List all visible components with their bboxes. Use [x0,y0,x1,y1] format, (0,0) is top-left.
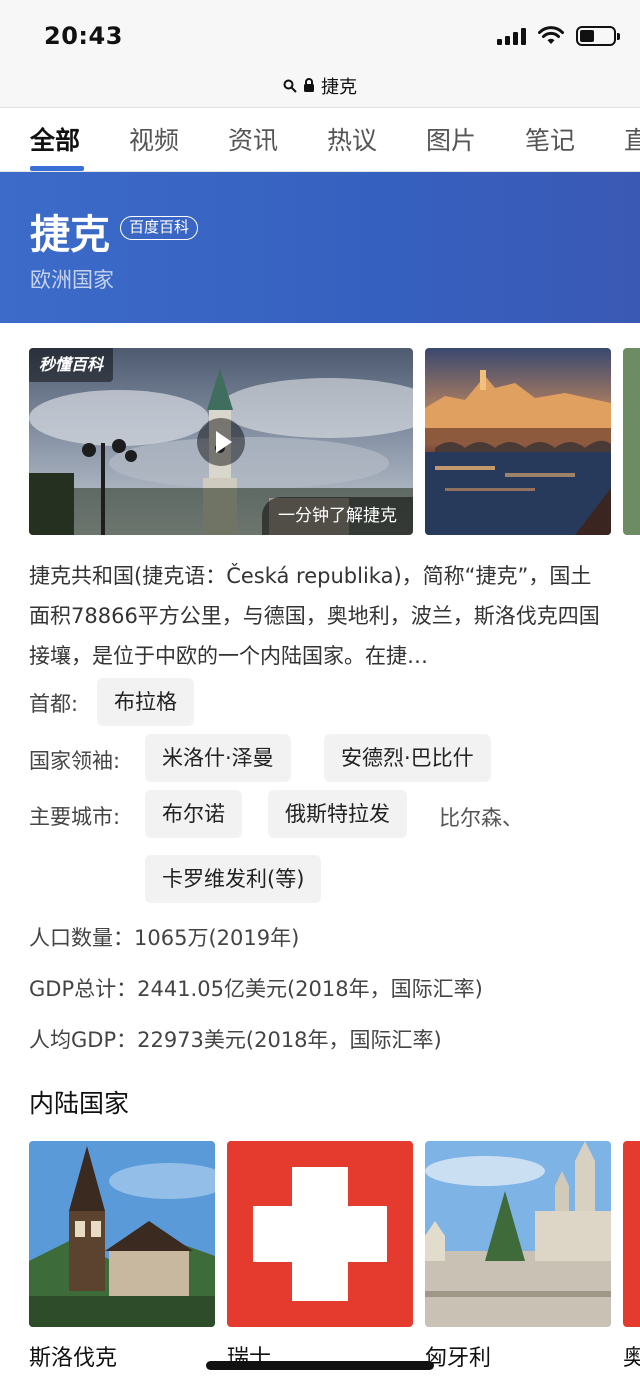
section-title: 内陆国家 [29,1089,130,1118]
tab-bar: 全部 视频 资讯 热议 图片 笔记 直 [0,109,640,172]
gdp-per-capita-stat: 人均GDP：22973美元(2018年，国际汇率) [29,1028,442,1052]
home-indicator[interactable] [206,1361,434,1370]
status-time: 20:43 [44,22,123,50]
slovakia-church-image [29,1141,215,1327]
leader-chip[interactable]: 米洛什·泽曼 [145,734,291,782]
tab-notes[interactable]: 笔记 [525,121,575,157]
lock-icon [304,78,314,92]
country-card-image[interactable] [227,1141,413,1327]
tab-images[interactable]: 图片 [426,121,476,157]
leaders-label: 国家领袖: [29,749,121,773]
play-icon[interactable] [197,418,245,466]
tab-more[interactable]: 直 [624,121,640,157]
tab-video[interactable]: 视频 [129,121,179,157]
wifi-icon [538,26,564,44]
country-card-label[interactable]: 奥 [623,1340,640,1372]
leader-chip[interactable]: 安德烈·巴比什 [324,734,491,782]
country-card-peek[interactable] [623,1141,640,1327]
photo-thumbnail-peek[interactable] [623,348,640,535]
country-card-image[interactable] [425,1141,611,1327]
search-icon [283,79,297,93]
tab-news[interactable]: 资讯 [228,121,278,157]
media-carousel[interactable]: 秒懂百科 一分钟了解捷克 [0,348,640,535]
country-card-label[interactable]: 斯洛伐克 [29,1340,117,1372]
address-text: 捷克 [321,76,357,98]
status-bar: 20:43 [0,0,640,64]
battery-icon [576,26,620,46]
city-text: 比尔森、 [439,806,523,830]
source-badge[interactable]: 百度百科 [120,216,199,240]
tab-active-indicator [30,166,84,171]
entity-subtitle: 欧洲国家 [30,268,114,292]
status-icons [497,26,620,46]
country-card-label[interactable]: 匈牙利 [425,1340,491,1372]
photo-thumbnail[interactable] [425,348,611,535]
video-thumbnail[interactable]: 秒懂百科 一分钟了解捷克 [29,348,413,535]
signal-icon [497,27,526,45]
city-chip[interactable]: 卡罗维发利(等) [145,855,322,903]
prague-castle-night-image [425,348,611,535]
city-chip[interactable]: 布尔诺 [145,790,242,838]
capital-chip[interactable]: 布拉格 [97,678,194,726]
address-bar[interactable]: 捷克 [0,64,640,108]
video-caption: 一分钟了解捷克 [262,497,413,535]
gdp-total-stat: GDP总计：2441.05亿美元(2018年，国际汇率) [29,977,483,1001]
capital-label: 首都: [29,692,79,716]
video-brand-logo: 秒懂百科 [29,348,114,382]
entity-header: 捷克 百度百科 欧洲国家 [0,172,640,323]
cities-label: 主要城市: [29,805,121,829]
swiss-flag-image [227,1141,413,1327]
tab-all[interactable]: 全部 [30,121,80,157]
tab-discussion[interactable]: 热议 [327,121,377,157]
hungary-bastion-image [425,1141,611,1327]
population-stat: 人口数量：1065万(2019年) [29,926,300,950]
entity-title: 捷克 [30,212,110,258]
city-chip[interactable]: 俄斯特拉发 [268,790,407,838]
country-card-image[interactable] [29,1141,215,1327]
entity-description[interactable]: 捷克共和国(捷克语：Česká republika)，简称“捷克”，国土面积78… [29,556,609,676]
